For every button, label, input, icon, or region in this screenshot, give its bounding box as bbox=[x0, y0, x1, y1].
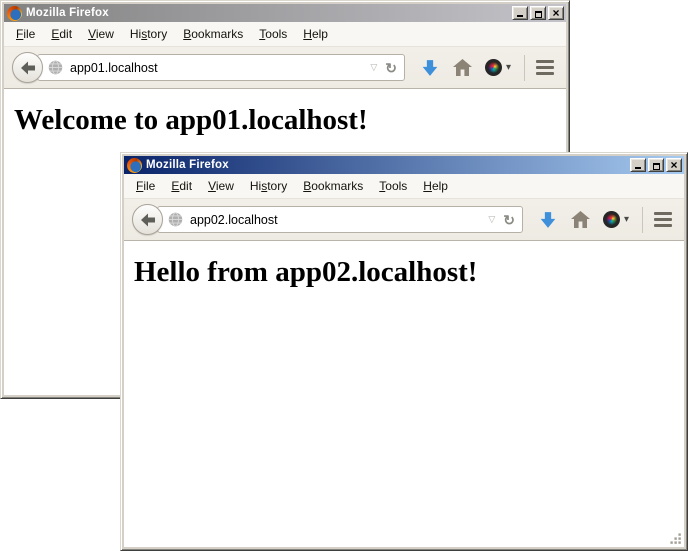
reload-button[interactable]: ↻ bbox=[385, 61, 397, 75]
close-icon: × bbox=[552, 8, 559, 18]
window-title: Mozilla Firefox bbox=[146, 159, 628, 171]
close-button[interactable]: × bbox=[548, 6, 564, 20]
reload-button[interactable]: ↻ bbox=[503, 213, 515, 227]
maximize-button[interactable] bbox=[530, 6, 546, 20]
menubar: FileEditViewHistoryBookmarksToolsHelp bbox=[4, 22, 566, 46]
home-button[interactable] bbox=[453, 59, 472, 76]
menu-help[interactable]: Help bbox=[415, 176, 456, 196]
download-arrow-icon bbox=[539, 211, 557, 229]
url-bar[interactable]: app01.localhost ▽ ↻ bbox=[37, 54, 405, 81]
menu-button[interactable] bbox=[654, 212, 672, 227]
navigation-toolbar: app02.localhost ▽ ↻ ▾ bbox=[124, 198, 684, 241]
downloads-button[interactable] bbox=[539, 211, 557, 229]
site-globe-icon bbox=[168, 212, 183, 227]
url-dropdown-icon[interactable]: ▽ bbox=[370, 62, 377, 73]
site-globe-icon bbox=[48, 60, 63, 75]
menu-view[interactable]: View bbox=[80, 24, 122, 44]
url-text: app02.localhost bbox=[190, 213, 484, 227]
maximize-button[interactable] bbox=[648, 158, 664, 172]
back-arrow-icon bbox=[20, 61, 36, 75]
toolbar-separator bbox=[524, 55, 525, 81]
minimize-button[interactable] bbox=[512, 6, 528, 20]
menu-edit[interactable]: Edit bbox=[163, 176, 200, 196]
addon-button[interactable]: ▾ bbox=[603, 211, 629, 228]
back-arrow-icon bbox=[140, 213, 156, 227]
content-area: Hello from app02.localhost! bbox=[124, 241, 684, 547]
chevron-down-icon: ▾ bbox=[624, 214, 629, 225]
minimize-icon bbox=[517, 15, 523, 17]
hamburger-icon bbox=[654, 218, 672, 221]
hamburger-icon bbox=[654, 212, 672, 215]
toolbar-separator bbox=[642, 207, 643, 233]
firefox-logo-icon bbox=[127, 158, 142, 173]
menu-bookmarks[interactable]: Bookmarks bbox=[295, 176, 371, 196]
menu-history[interactable]: History bbox=[122, 24, 175, 44]
titlebar[interactable]: Mozilla Firefox × bbox=[124, 156, 684, 174]
home-icon bbox=[453, 59, 472, 76]
menu-help[interactable]: Help bbox=[295, 24, 336, 44]
home-button[interactable] bbox=[571, 211, 590, 228]
downloads-button[interactable] bbox=[421, 59, 439, 77]
firefox-logo-icon bbox=[7, 6, 22, 21]
minimize-icon bbox=[635, 167, 641, 169]
menu-edit[interactable]: Edit bbox=[43, 24, 80, 44]
back-button[interactable] bbox=[12, 52, 43, 83]
close-icon: × bbox=[670, 160, 677, 170]
menu-button[interactable] bbox=[536, 60, 554, 75]
navigation-toolbar: app01.localhost ▽ ↻ ▾ bbox=[4, 46, 566, 89]
firefox-window-app02: Mozilla Firefox × FileEditViewHistoryBoo… bbox=[120, 152, 688, 551]
menu-file[interactable]: File bbox=[128, 176, 163, 196]
resize-grip[interactable] bbox=[668, 531, 682, 545]
back-button[interactable] bbox=[132, 204, 163, 235]
menubar: FileEditViewHistoryBookmarksToolsHelp bbox=[124, 174, 684, 198]
page-heading: Welcome to app01.localhost! bbox=[14, 104, 566, 137]
url-text: app01.localhost bbox=[70, 61, 366, 75]
maximize-icon bbox=[653, 163, 660, 170]
close-button[interactable]: × bbox=[666, 158, 682, 172]
url-bar[interactable]: app02.localhost ▽ ↻ bbox=[157, 206, 523, 233]
menu-tools[interactable]: Tools bbox=[371, 176, 415, 196]
chevron-down-icon: ▾ bbox=[506, 62, 511, 73]
titlebar[interactable]: Mozilla Firefox × bbox=[4, 4, 566, 22]
menu-history[interactable]: History bbox=[242, 176, 295, 196]
color-wheel-icon bbox=[485, 59, 502, 76]
addon-button[interactable]: ▾ bbox=[485, 59, 511, 76]
minimize-button[interactable] bbox=[630, 158, 646, 172]
hamburger-icon bbox=[536, 72, 554, 75]
color-wheel-icon bbox=[603, 211, 620, 228]
page-heading: Hello from app02.localhost! bbox=[134, 256, 684, 289]
hamburger-icon bbox=[536, 60, 554, 63]
menu-tools[interactable]: Tools bbox=[251, 24, 295, 44]
download-arrow-icon bbox=[421, 59, 439, 77]
menu-view[interactable]: View bbox=[200, 176, 242, 196]
url-dropdown-icon[interactable]: ▽ bbox=[488, 214, 495, 225]
maximize-icon bbox=[535, 11, 542, 18]
hamburger-icon bbox=[536, 66, 554, 69]
home-icon bbox=[571, 211, 590, 228]
hamburger-icon bbox=[654, 224, 672, 227]
menu-file[interactable]: File bbox=[8, 24, 43, 44]
menu-bookmarks[interactable]: Bookmarks bbox=[175, 24, 251, 44]
window-title: Mozilla Firefox bbox=[26, 7, 510, 19]
